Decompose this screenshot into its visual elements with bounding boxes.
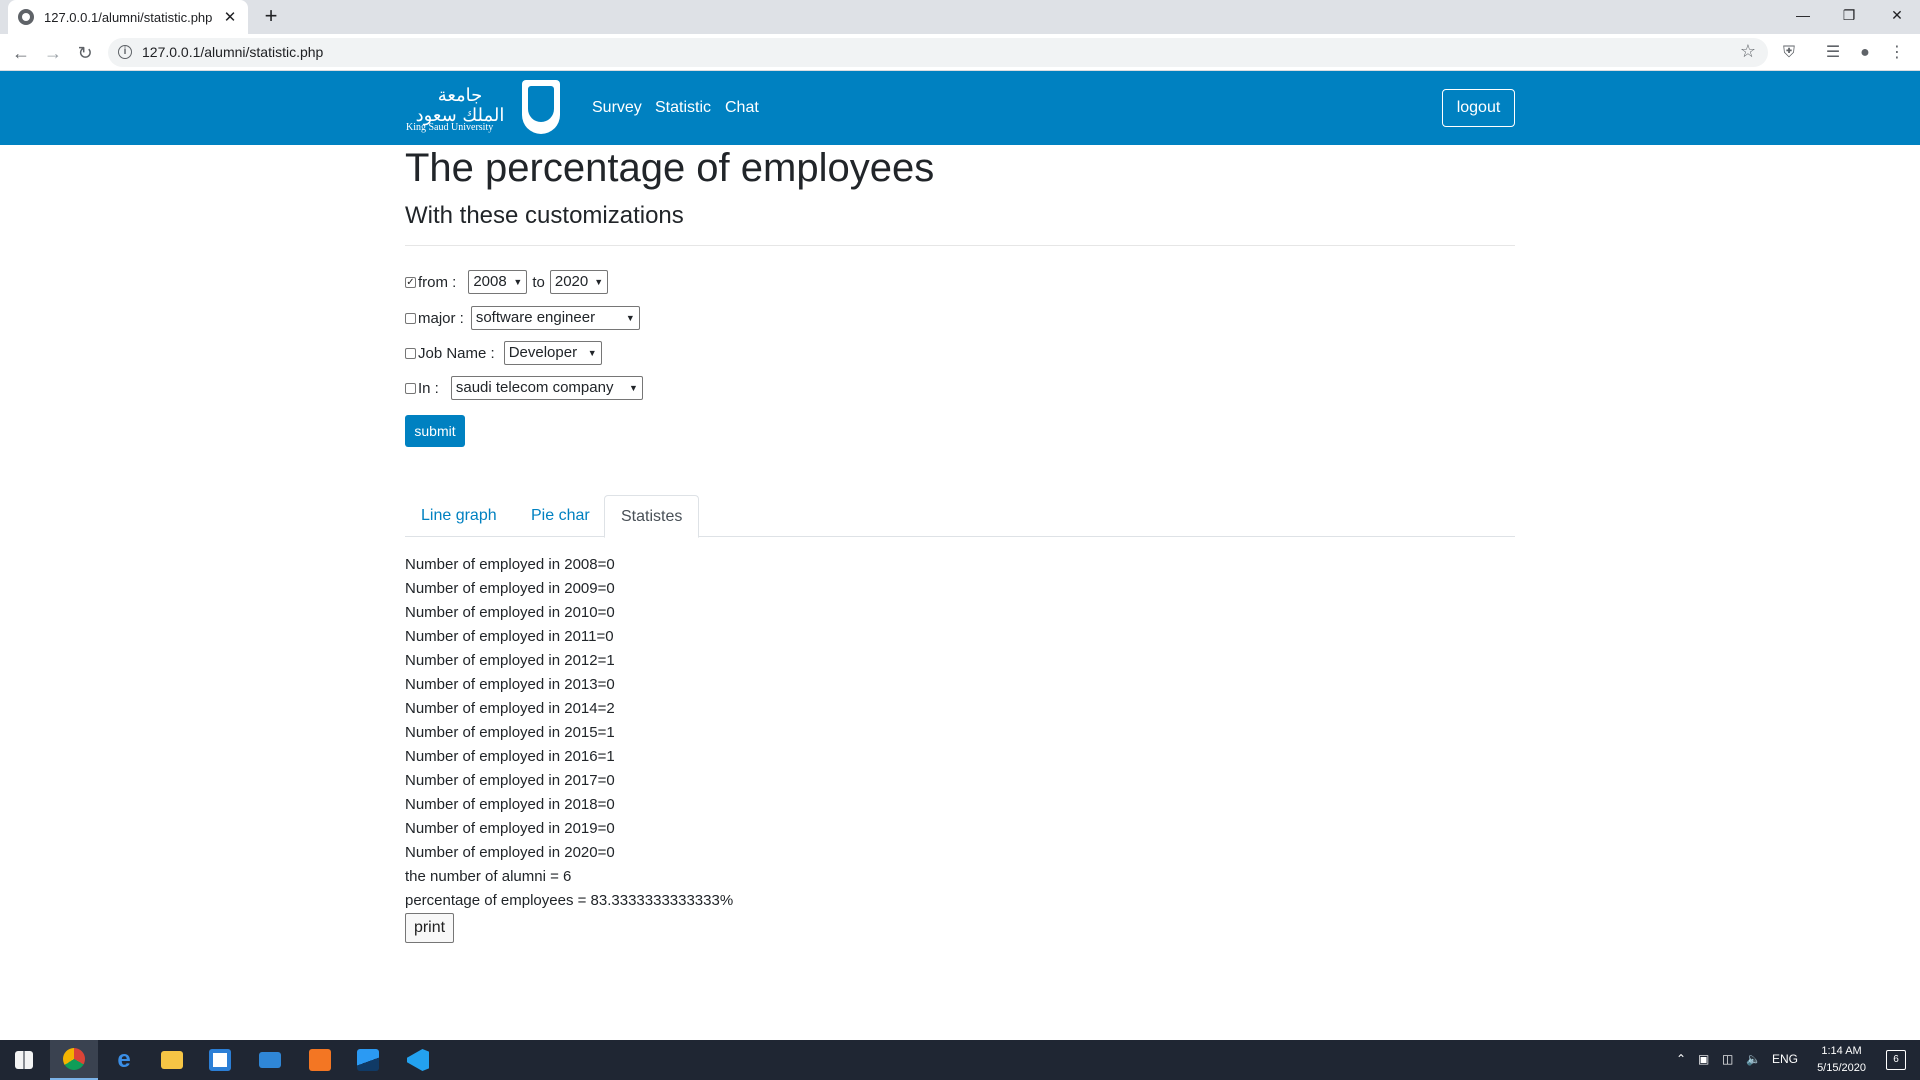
- job-label: Job Name :: [418, 344, 495, 362]
- nav-chat-link[interactable]: Chat: [725, 99, 759, 117]
- site-info-icon[interactable]: i: [118, 45, 132, 59]
- statistics-panel: Number of employed in 2008=0 Number of e…: [405, 553, 733, 913]
- stat-line: Number of employed in 2008=0: [405, 556, 615, 573]
- restore-icon[interactable]: ❐: [1826, 0, 1872, 30]
- page-title: The percentage of employees: [405, 146, 935, 190]
- company-checkbox[interactable]: [405, 382, 416, 394]
- stat-line: Number of employed in 2018=0: [405, 796, 615, 813]
- from-year-select[interactable]: 2008 ▼: [468, 270, 528, 294]
- nav-survey-link[interactable]: Survey: [592, 99, 642, 117]
- stat-line: Number of employed in 2010=0: [405, 604, 615, 621]
- filter-row-company: In : saudi telecom company ▼: [405, 374, 643, 402]
- major-checkbox[interactable]: [405, 312, 416, 324]
- system-clock[interactable]: 1:14 AM 5/15/2020: [1817, 1043, 1866, 1077]
- edge-taskbar-icon[interactable]: e: [100, 1040, 148, 1080]
- stat-line: Number of employed in 2011=0: [405, 628, 614, 645]
- job-select[interactable]: Developer ▼: [503, 341, 602, 365]
- result-tabs: Line graph Pie char Statistes: [405, 495, 1515, 538]
- submit-button[interactable]: submit: [405, 415, 465, 447]
- logo-emblem-icon: [522, 80, 560, 134]
- file-explorer-taskbar-icon[interactable]: [148, 1040, 196, 1080]
- stat-line: Number of employed in 2019=0: [405, 820, 615, 837]
- forward-arrow-icon[interactable]: →: [40, 40, 66, 66]
- stat-line: Number of employed in 2016=1: [405, 748, 615, 765]
- stat-line: Number of employed in 2015=1: [405, 724, 615, 741]
- browser-tab-strip: 127.0.0.1/alumni/statistic.php ✕ + — ❐ ✕: [0, 0, 1920, 34]
- url-text[interactable]: 127.0.0.1/alumni/statistic.php: [142, 44, 323, 60]
- network-icon[interactable]: ◫: [1722, 1052, 1733, 1066]
- filter-row-years: ✓ from : 2008 ▼ to 2020 ▼: [405, 268, 608, 296]
- windows-taskbar: e ⌃ ▣ ◫ 🔈 ENG 1:14 AM 5/15/2020 6: [0, 1040, 1920, 1080]
- address-bar[interactable]: i 127.0.0.1/alumni/statistic.php ☆: [108, 38, 1768, 67]
- chevron-down-icon: ▼: [594, 277, 604, 287]
- divider: [405, 245, 1515, 246]
- chevron-down-icon: ▼: [513, 277, 523, 287]
- stat-line: Number of employed in 2017=0: [405, 772, 615, 789]
- alumni-count-line: the number of alumni = 6: [405, 868, 572, 885]
- notification-center-icon[interactable]: 6: [1886, 1050, 1906, 1070]
- percentage-line: percentage of employees = 83.33333333333…: [405, 892, 734, 909]
- logo-english-text: King Saud University: [406, 122, 494, 133]
- tab-close-icon[interactable]: ✕: [222, 8, 238, 26]
- xampp-taskbar-icon[interactable]: [296, 1040, 344, 1080]
- windows-start-icon[interactable]: [0, 1040, 48, 1080]
- company-select[interactable]: saudi telecom company ▼: [450, 376, 643, 400]
- nav-statistic-link[interactable]: Statistic: [655, 99, 711, 117]
- university-logo[interactable]: جامعة الملك سعود King Saud University: [406, 80, 560, 136]
- print-button[interactable]: print: [405, 913, 454, 943]
- tab-title: 127.0.0.1/alumni/statistic.php: [44, 9, 213, 25]
- site-navbar: جامعة الملك سعود King Saud University Su…: [0, 71, 1920, 145]
- new-tab-button[interactable]: +: [258, 4, 284, 30]
- tray-app-icon[interactable]: ▣: [1698, 1052, 1709, 1066]
- stat-line: Number of employed in 2009=0: [405, 580, 615, 597]
- reload-icon[interactable]: ↻: [72, 40, 98, 66]
- stat-line: Number of employed in 2014=2: [405, 700, 615, 717]
- minimize-icon[interactable]: —: [1780, 0, 1826, 30]
- tab-statistics[interactable]: Statistes: [604, 495, 700, 538]
- volume-icon[interactable]: 🔈: [1746, 1052, 1761, 1066]
- to-year-select[interactable]: 2020 ▼: [549, 270, 608, 294]
- filter-row-major: major : software engineer ▼: [405, 304, 640, 332]
- major-select[interactable]: software engineer ▼: [470, 306, 640, 330]
- chevron-down-icon: ▼: [587, 348, 597, 358]
- tab-pie-chart[interactable]: Pie char: [515, 495, 606, 537]
- job-checkbox[interactable]: [405, 347, 416, 359]
- browser-tab[interactable]: 127.0.0.1/alumni/statistic.php ✕: [8, 0, 248, 34]
- window-close-icon[interactable]: ✕: [1874, 0, 1920, 30]
- language-indicator[interactable]: ENG: [1772, 1052, 1798, 1066]
- profile-avatar-icon[interactable]: ●: [1854, 42, 1876, 64]
- from-label: from :: [418, 273, 457, 291]
- chevron-down-icon: ▼: [625, 313, 635, 323]
- filter-row-job: Job Name : Developer ▼: [405, 339, 602, 367]
- to-label: to: [532, 273, 545, 291]
- site-favicon-icon: [18, 9, 34, 25]
- vscode-taskbar-icon[interactable]: [394, 1040, 442, 1080]
- from-checkbox[interactable]: ✓: [405, 276, 416, 288]
- tray-expand-icon[interactable]: ⌃: [1676, 1052, 1686, 1066]
- stat-line: Number of employed in 2012=1: [405, 652, 615, 669]
- bookmark-star-icon[interactable]: ☆: [1740, 41, 1756, 62]
- chevron-down-icon: ▼: [628, 383, 638, 393]
- tab-line-graph[interactable]: Line graph: [405, 495, 513, 537]
- major-label: major :: [418, 309, 464, 327]
- logo-arabic-text: جامعة الملك سعود: [415, 85, 505, 126]
- page-subtitle: With these customizations: [405, 202, 684, 229]
- browser-toolbar: ← → ↻ i 127.0.0.1/alumni/statistic.php ☆…: [0, 34, 1920, 71]
- stat-line: Number of employed in 2013=0: [405, 676, 615, 693]
- logout-button[interactable]: logout: [1442, 89, 1515, 127]
- media-queue-icon[interactable]: ☰: [1822, 42, 1844, 64]
- back-arrow-icon[interactable]: ←: [8, 40, 34, 66]
- stat-line: Number of employed in 2020=0: [405, 844, 615, 861]
- store-taskbar-icon[interactable]: [196, 1040, 244, 1080]
- photos-taskbar-icon[interactable]: [344, 1040, 392, 1080]
- chrome-taskbar-icon[interactable]: [50, 1040, 98, 1080]
- browser-menu-icon[interactable]: ⋮: [1886, 42, 1908, 64]
- extension-shield-icon[interactable]: ⛨: [1778, 42, 1800, 64]
- mail-taskbar-icon[interactable]: [246, 1040, 294, 1080]
- company-label: In :: [418, 379, 439, 397]
